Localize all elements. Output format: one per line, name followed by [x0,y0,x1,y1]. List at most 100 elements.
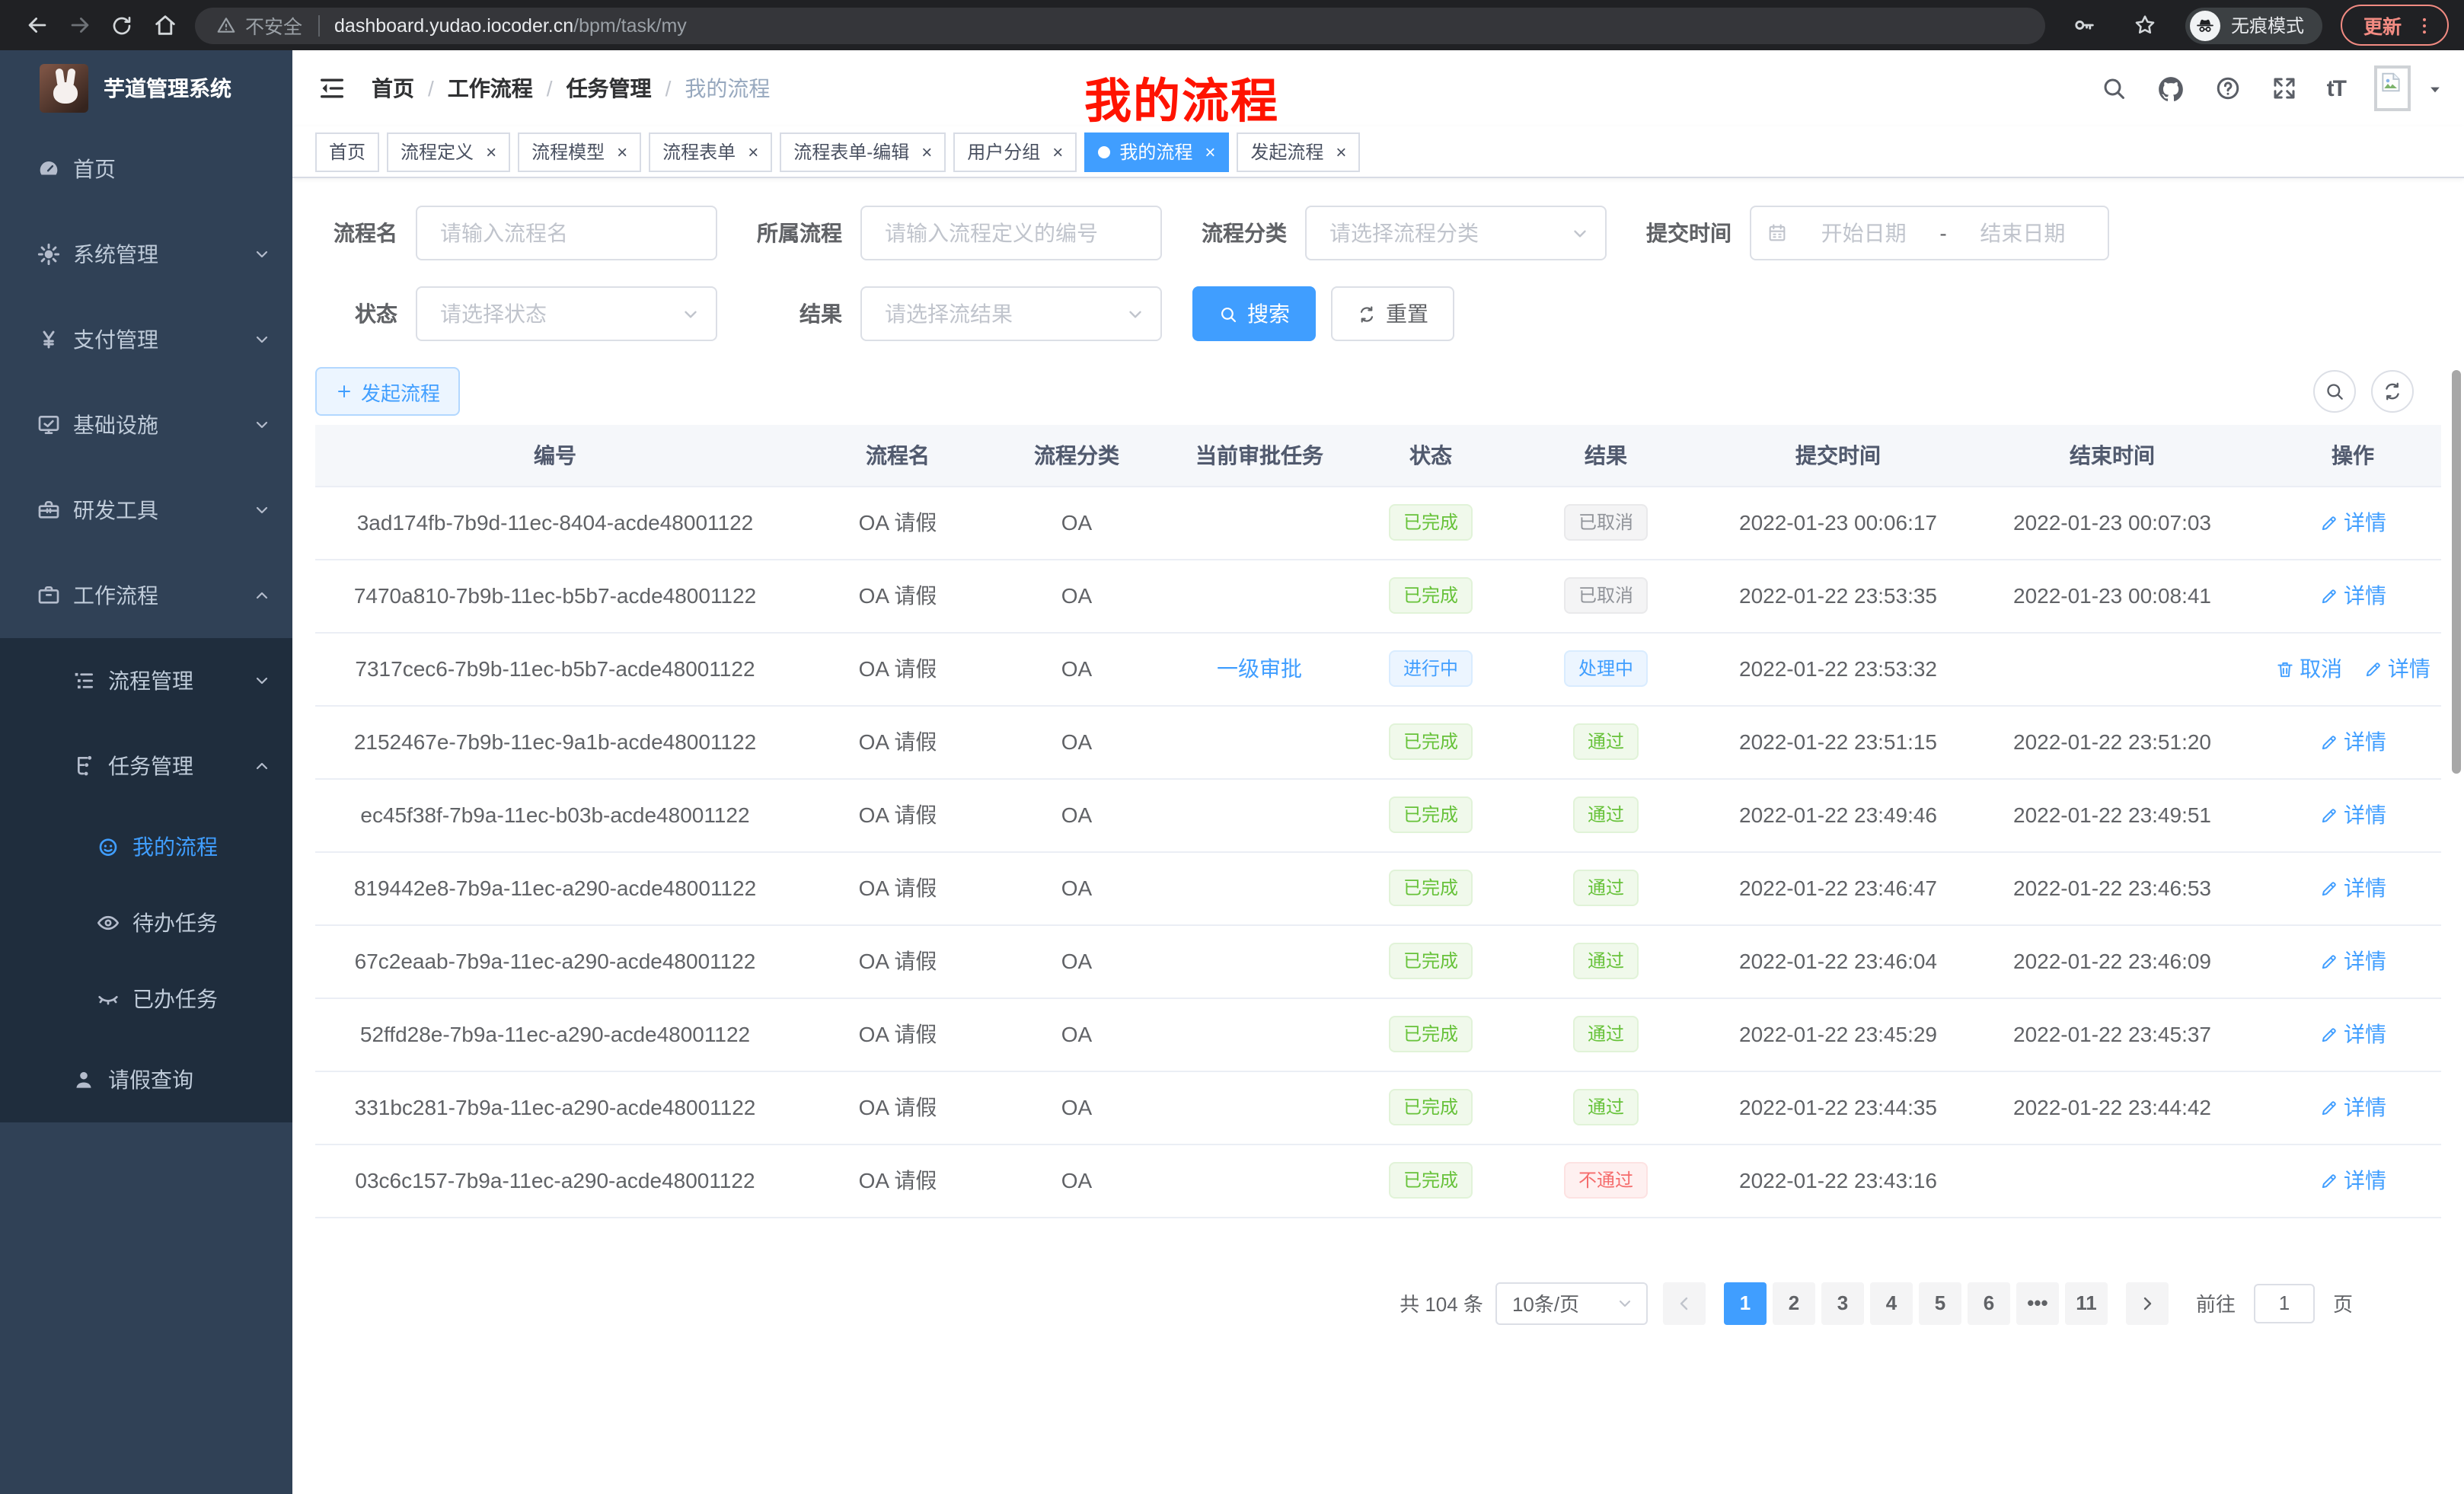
sidebar-menu-item[interactable]: 基础设施 [0,382,292,468]
detail-action-link[interactable]: 详情 [2319,1092,2386,1122]
page-size-select[interactable]: 10条/页 [1495,1282,1648,1324]
view-tab[interactable]: 首页 [315,132,379,171]
reset-button[interactable]: 重置 [1331,286,1454,341]
process-definition-input[interactable] [860,206,1162,260]
tab-close-icon[interactable]: × [1052,142,1063,161]
goto-page-input[interactable] [2254,1283,2315,1323]
search-button[interactable]: 搜索 [1192,286,1316,341]
browser-forward-button[interactable] [58,4,101,46]
view-tab[interactable]: 流程表单-编辑 × [780,132,946,171]
menu-item-label: 系统管理 [73,239,158,270]
sidebar-menu-item[interactable]: 任务管理 [0,723,292,809]
help-icon[interactable] [2214,75,2242,103]
font-size-icon[interactable]: tT [2327,75,2345,101]
detail-action-link[interactable]: 详情 [2319,946,2386,976]
page-scrollbar-thumb[interactable] [2452,370,2461,774]
sidebar-collapse-icon[interactable] [317,73,347,104]
cell-category: OA [1001,705,1153,778]
view-tab[interactable]: 用户分组 × [953,132,1077,171]
view-tab[interactable]: 流程表单 × [649,132,772,171]
sidebar-menu-item[interactable]: 工作流程 [0,553,292,638]
process-table: 编号流程名流程分类当前审批任务状态结果提交时间结束时间操作 3ad174fb-7… [315,425,2441,1218]
detail-action-link[interactable]: 详情 [2319,580,2386,611]
refresh-table-button[interactable] [2371,370,2414,413]
tab-close-icon[interactable]: × [1336,142,1346,161]
detail-action-link[interactable]: 详情 [2319,800,2386,830]
browser-menu-icon[interactable] [2414,14,2435,36]
page-number-button[interactable]: 11 [2065,1282,2108,1324]
current-task-link[interactable]: 一级审批 [1217,653,1302,684]
view-tab[interactable]: 发起流程 × [1237,132,1360,171]
bookmark-star-icon[interactable] [2124,4,2167,46]
cell-process-id: 7470a810-7b9b-11ec-b5b7-acde48001122 [315,559,795,632]
page-number-button[interactable]: 3 [1821,1282,1864,1324]
view-tab[interactable]: 流程模型 × [518,132,641,171]
create-process-button[interactable]: 发起流程 [315,367,460,416]
detail-action-link[interactable]: 详情 [2319,726,2386,757]
sidebar-menu-item[interactable]: 系统管理 [0,212,292,297]
browser-update-button[interactable]: 更新 [2341,5,2449,46]
menu-item-label: 研发工具 [73,495,158,525]
password-key-icon[interactable] [2063,4,2106,46]
result-badge: 通过 [1574,796,1638,833]
detail-action-link[interactable]: 详情 [2363,653,2430,684]
status-badge: 已完成 [1390,577,1472,614]
page-number-button[interactable]: ••• [2016,1282,2059,1324]
breadcrumb-item[interactable]: 首页 [372,73,414,104]
sidebar-menu-item[interactable]: 首页 [0,126,292,212]
menu-item-icon [37,242,61,267]
cancel-action-link[interactable]: 取消 [2275,653,2342,684]
page-number-button[interactable]: 1 [1724,1282,1767,1324]
sidebar-menu-item[interactable]: 我的流程 [0,809,292,885]
edit-icon [2319,951,2339,971]
browser-back-button[interactable] [15,4,58,46]
menu-item-label: 已办任务 [132,984,218,1014]
github-icon[interactable] [2156,74,2185,103]
edit-icon [2363,659,2383,678]
avatar[interactable] [2374,65,2411,111]
status-select[interactable]: 请选择状态 [416,286,717,341]
result-badge: 通过 [1574,1089,1638,1125]
tab-close-icon[interactable]: × [921,142,932,161]
next-page-button[interactable] [2126,1282,2169,1324]
browser-home-button[interactable] [143,4,186,46]
detail-action-link[interactable]: 详情 [2319,1019,2386,1049]
category-select[interactable]: 请选择流程分类 [1305,206,1607,260]
show-search-toggle-button[interactable] [2313,370,2356,413]
page-number-button[interactable]: 6 [1968,1282,2010,1324]
sidebar-menu-item[interactable]: 待办任务 [0,885,292,961]
breadcrumb-item[interactable]: 任务管理 [567,73,652,104]
detail-action-link[interactable]: 详情 [2319,873,2386,903]
cell-status: 已完成 [1366,1071,1495,1144]
sidebar-menu-item[interactable]: 流程管理 [0,638,292,723]
view-tab[interactable]: 流程定义 × [387,132,510,171]
edit-icon [2319,1097,2339,1117]
result-select[interactable]: 请选择流结果 [860,286,1162,341]
breadcrumb-item[interactable]: 工作流程 [448,73,533,104]
page-number-button[interactable]: 2 [1773,1282,1815,1324]
sidebar-menu-item[interactable]: 已办任务 [0,961,292,1037]
tab-close-icon[interactable]: × [748,142,758,161]
sidebar-menu-item[interactable]: 请假查询 [0,1037,292,1122]
sidebar-menu-item[interactable]: 研发工具 [0,468,292,553]
prev-page-button[interactable] [1663,1282,1706,1324]
fullscreen-icon[interactable] [2271,75,2298,103]
process-name-input[interactable] [416,206,717,260]
cell-actions: 详情 [2265,1071,2441,1144]
sidebar-menu-item[interactable]: 支付管理 [0,297,292,382]
view-tab[interactable]: 我的流程 × [1084,132,1229,171]
tab-close-icon[interactable]: × [1205,142,1215,161]
search-icon[interactable] [2100,75,2127,103]
browser-reload-button[interactable] [101,4,143,46]
result-badge: 已取消 [1565,504,1647,541]
submit-time-range-picker[interactable]: 开始日期 - 结束日期 [1750,206,2109,260]
page-number-button[interactable]: 5 [1919,1282,1961,1324]
page-number-button[interactable]: 4 [1870,1282,1913,1324]
detail-action-link[interactable]: 详情 [2319,507,2386,538]
tab-close-icon[interactable]: × [486,142,496,161]
tab-close-icon[interactable]: × [617,142,627,161]
avatar-caret-icon[interactable] [2427,76,2443,101]
detail-action-link[interactable]: 详情 [2319,1165,2386,1196]
address-bar[interactable]: 不安全 dashboard.yudao.iocoder.cn/bpm/task/… [195,7,2045,43]
cell-end-time [1960,1144,2265,1217]
